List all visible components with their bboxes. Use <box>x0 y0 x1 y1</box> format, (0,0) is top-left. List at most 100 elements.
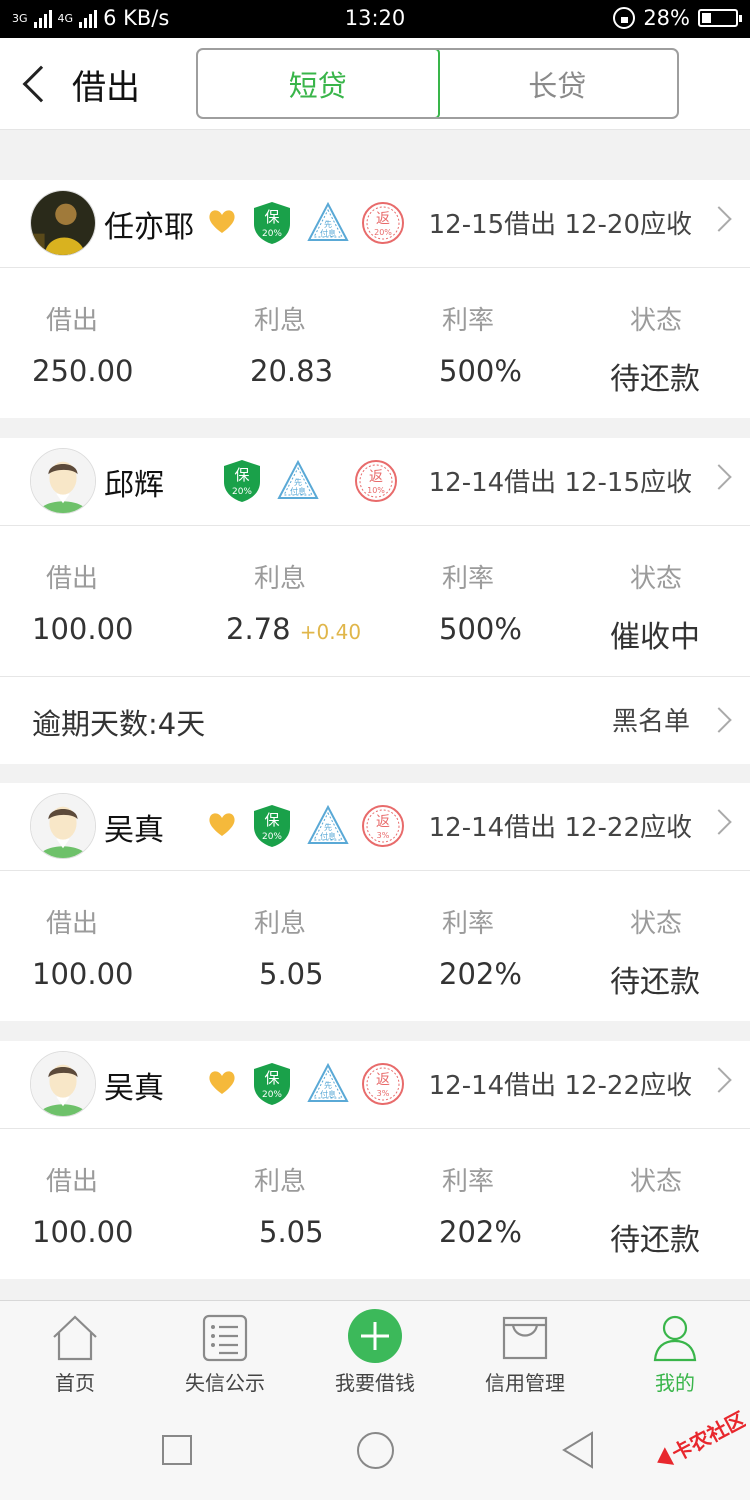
stat-label: 状态 <box>630 1167 683 1197</box>
stat-interest: 利息 5.05 <box>200 1129 400 1279</box>
back-arrow-icon <box>22 65 60 103</box>
avatar <box>30 190 96 256</box>
avatar <box>30 793 96 859</box>
default-avatar-image <box>31 1052 95 1116</box>
loan-status: 待还款 <box>610 362 700 397</box>
stat-interest: 利息 5.05 <box>200 871 400 1021</box>
stat-label: 利率 <box>442 1167 495 1197</box>
tab-long-loan[interactable]: 长贷 <box>438 50 678 117</box>
rebate-badge-icon: 返 3% <box>362 805 404 847</box>
svg-text:3%: 3% <box>377 1089 390 1098</box>
svg-text:返: 返 <box>376 814 390 830</box>
back-triangle-icon[interactable] <box>560 1431 596 1469</box>
stat-lend: 借出 100.00 <box>0 1129 200 1279</box>
stat-label: 借出 <box>46 564 99 594</box>
svg-text:3%: 3% <box>377 831 390 840</box>
svg-text:保: 保 <box>264 811 279 829</box>
svg-text:付息: 付息 <box>320 228 336 238</box>
stat-rate: 利率 202% <box>400 1129 600 1279</box>
lend-amount: 100.00 <box>32 1215 134 1249</box>
interest-rate: 500% <box>439 612 522 646</box>
tab-short-loan[interactable]: 短贷 <box>198 50 440 117</box>
stat-lend: 借出 100.00 <box>0 526 200 676</box>
interest-extra: +0.40 <box>299 620 362 644</box>
stat-status: 状态 待还款 <box>600 1129 750 1279</box>
stat-label: 状态 <box>630 564 683 594</box>
borrower-name: 任亦耶 <box>104 210 194 245</box>
tab-borrow[interactable]: 我要借钱 <box>300 1301 450 1406</box>
stat-label: 借出 <box>46 909 99 939</box>
stat-status: 状态 待还款 <box>600 268 750 418</box>
guarantee-badge-icon: 保 20% <box>254 1063 290 1105</box>
recent-apps-button[interactable] <box>162 1435 192 1465</box>
default-avatar-image <box>31 449 95 513</box>
tab-mine[interactable]: 我的 <box>600 1301 750 1406</box>
guarantee-badge-icon: 保 20% <box>254 202 290 244</box>
tab-credit-management[interactable]: 信用管理 <box>450 1301 600 1406</box>
lend-amount: 250.00 <box>32 354 134 388</box>
svg-text:卡农社区: 卡农社区 <box>668 1407 746 1466</box>
interest-rate: 202% <box>439 1215 522 1249</box>
loan-card-header[interactable]: 吴真 保 20% 先 付息 返 3% 12-14借出 12-22应收 <box>0 1041 750 1129</box>
stat-label: 借出 <box>46 1167 99 1197</box>
loan-dates: 12-14借出 12-22应收 <box>428 1071 692 1101</box>
avatar <box>30 1051 96 1117</box>
loan-card-header[interactable]: 任亦耶 保 20% 先 付息 返 20% 12-15借出 12-20应收 <box>0 180 750 268</box>
tab-home[interactable]: 首页 <box>0 1301 150 1406</box>
stat-rate: 利率 500% <box>400 526 600 676</box>
stat-interest: 利息 2.78 +0.40 <box>200 526 400 676</box>
stat-label: 利息 <box>254 1167 307 1197</box>
blacklist-link[interactable]: 黑名单 <box>612 701 690 738</box>
stat-label: 利息 <box>254 909 307 939</box>
rebate-badge-icon: 返 3% <box>362 1063 404 1105</box>
tab-label: 我的 <box>655 1371 695 1395</box>
interest-amount: 5.05 <box>259 957 324 991</box>
battery-icon <box>698 9 742 27</box>
svg-text:保: 保 <box>264 208 279 226</box>
home-button[interactable] <box>357 1432 394 1469</box>
back-button[interactable]: 借出 <box>14 58 144 110</box>
prepay-interest-badge-icon: 先 付息 <box>307 1062 349 1102</box>
svg-text:先: 先 <box>294 477 302 487</box>
svg-text:10%: 10% <box>367 486 385 495</box>
svg-text:20%: 20% <box>262 1090 282 1100</box>
loan-status: 待还款 <box>610 1223 700 1258</box>
svg-text:先: 先 <box>324 822 332 832</box>
chevron-right-icon <box>706 1067 732 1093</box>
loan-card-header[interactable]: 吴真 保 20% 先 付息 返 3% 12-14借出 12-22应收 <box>0 783 750 871</box>
lend-amount: 100.00 <box>32 957 134 991</box>
svg-text:付息: 付息 <box>290 486 306 496</box>
loan-card: 邱辉 保 20% 先 付息 返 10% 12-14借出 12-15应收 借出 1… <box>0 438 750 764</box>
svg-text:20%: 20% <box>262 229 282 239</box>
loan-stats: 借出 100.00 利息 2.78 +0.40 利率 500% 状态 催收中 <box>0 526 750 676</box>
loan-stats: 借出 100.00 利息 5.05 利率 202% 状态 待还款 <box>0 1129 750 1279</box>
loan-status: 催收中 <box>610 620 700 655</box>
tab-dishonesty-list[interactable]: 失信公示 <box>150 1301 300 1406</box>
loan-card: 吴真 保 20% 先 付息 返 3% 12-14借出 12-22应收 借出 10… <box>0 1041 750 1279</box>
list-icon <box>202 1314 248 1362</box>
bottom-tab-bar: 首页 失信公示 我要借钱 信用管理 我的 <box>0 1300 750 1405</box>
rebate-badge-icon: 返 20% <box>362 202 404 244</box>
loan-card-header[interactable]: 邱辉 保 20% 先 付息 返 10% 12-14借出 12-15应收 <box>0 438 750 526</box>
loan-type-switch: 短贷 长贷 <box>196 48 679 119</box>
rebate-badge-icon: 返 10% <box>355 460 397 502</box>
forum-watermark-logo: 卡农社区 <box>657 1407 746 1466</box>
rotation-lock-icon <box>613 7 636 29</box>
borrower-name: 吴真 <box>104 1071 164 1106</box>
loan-stats: 借出 100.00 利息 5.05 利率 202% 状态 待还款 <box>0 871 750 1021</box>
tab-label: 失信公示 <box>185 1371 265 1395</box>
borrower-name: 吴真 <box>104 813 164 848</box>
svg-text:先: 先 <box>324 1080 332 1090</box>
svg-text:20%: 20% <box>232 487 252 497</box>
overdue-row[interactable]: 逾期天数:4天 黑名单 <box>0 676 750 764</box>
interest-rate: 500% <box>439 354 522 388</box>
prepay-interest-badge-icon: 先 付息 <box>277 459 319 499</box>
heart-icon <box>209 813 235 836</box>
interest-amount: 2.78 +0.40 <box>226 612 362 646</box>
person-icon <box>653 1315 697 1362</box>
loan-dates: 12-15借出 12-20应收 <box>428 210 692 240</box>
svg-text:付息: 付息 <box>320 1089 336 1099</box>
stat-label: 利率 <box>442 564 495 594</box>
svg-text:保: 保 <box>264 1069 279 1087</box>
heart-icon <box>209 210 235 233</box>
